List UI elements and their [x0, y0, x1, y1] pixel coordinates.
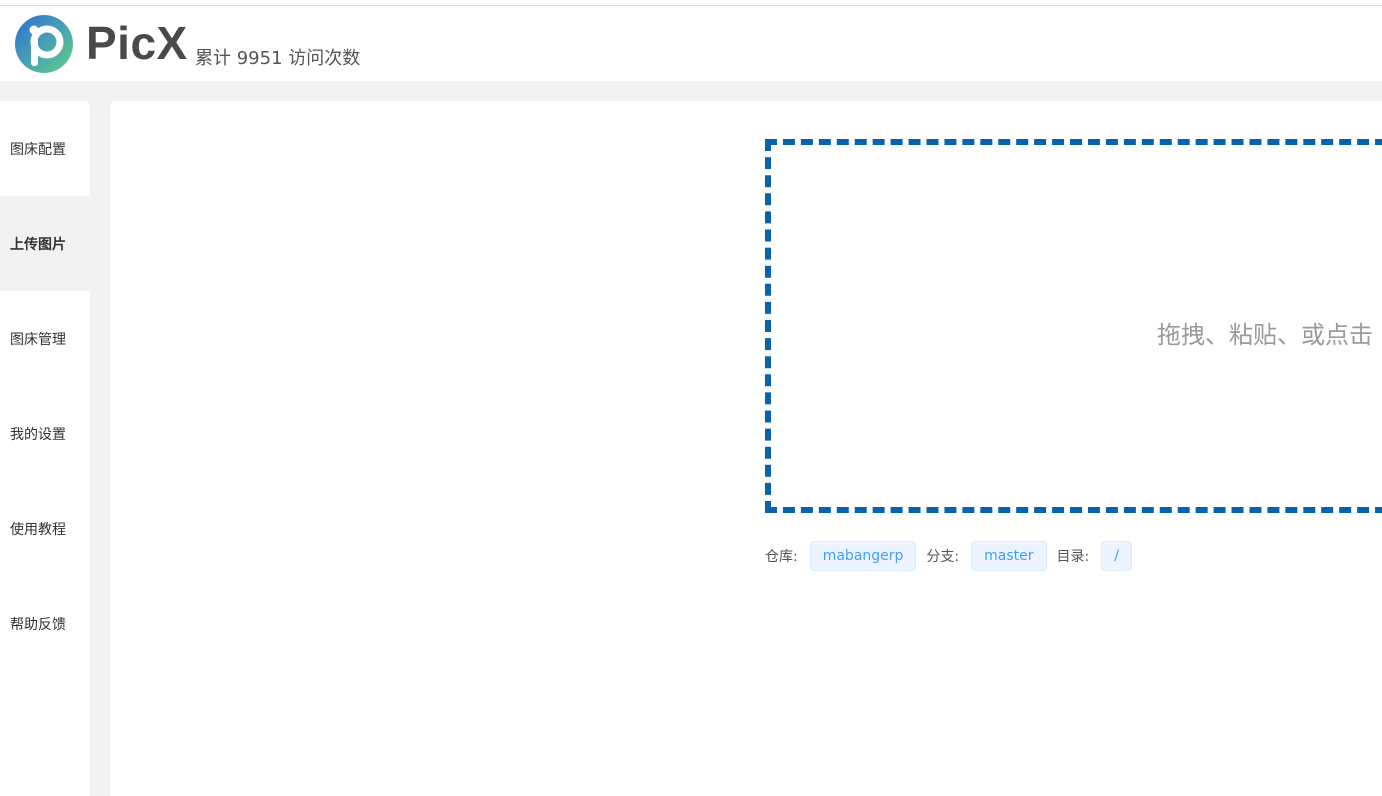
dir-tag[interactable]: / [1101, 541, 1132, 571]
sidebar-nav: 图床配置 上传图片 图床管理 我的设置 使用教程 帮助反馈 [0, 101, 90, 796]
dir-label: 目录: [1056, 549, 1090, 565]
upload-dropzone[interactable]: 拖拽、粘贴、或点击 [765, 139, 1382, 513]
repo-label: 仓库: [765, 549, 798, 565]
sidebar-item-picture-bed-config[interactable]: 图床配置 [0, 101, 90, 196]
branch-tag[interactable]: master [971, 541, 1047, 571]
repo-info-bar: 仓库: mabangerp 分支: master 目录: / [765, 541, 1142, 571]
upload-hint: 拖拽、粘贴、或点击 [1157, 321, 1373, 349]
sidebar-item-help-feedback[interactable]: 帮助反馈 [0, 576, 90, 671]
sidebar-item-tutorial[interactable]: 使用教程 [0, 481, 90, 576]
brand-name[interactable]: PicX [86, 16, 188, 70]
sidebar-item-upload-image[interactable]: 上传图片 [0, 196, 90, 291]
sidebar-item-my-settings[interactable]: 我的设置 [0, 386, 90, 481]
app-header: PicX 累计 9951 访问次数 [0, 6, 1382, 81]
branch-label: 分支: [926, 549, 960, 565]
sidebar-item-picture-bed-manage[interactable]: 图床管理 [0, 291, 90, 386]
repo-tag[interactable]: mabangerp [809, 541, 917, 571]
picx-logo-icon[interactable] [14, 14, 74, 74]
main-content: 拖拽、粘贴、或点击 仓库: mabangerp 分支: master 目录: / [110, 101, 1382, 796]
visit-counter: 累计 9951 访问次数 [195, 48, 361, 69]
